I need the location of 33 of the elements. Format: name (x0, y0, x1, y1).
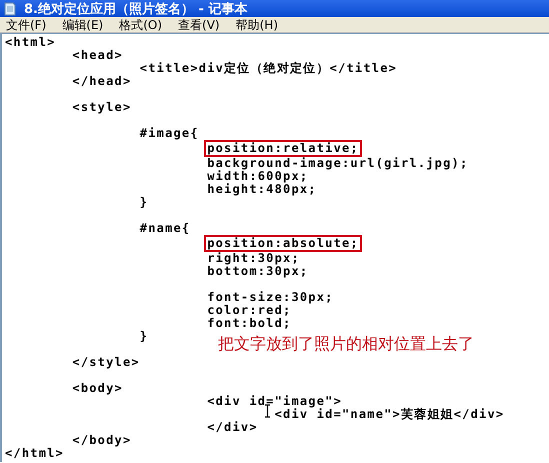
text-area[interactable] (0, 33, 549, 462)
notepad-icon (4, 2, 16, 16)
menu-item[interactable]: 格式(O) (119, 18, 162, 32)
code-line: <head> (72, 48, 123, 62)
menu-item[interactable]: 文件(F) (6, 18, 46, 32)
code-line: </head> (72, 74, 132, 88)
annotation-text: 把文字放到了照片的相对位置上去了 (218, 334, 474, 355)
code-line: <title>div定位（绝对定位）</title> (140, 61, 398, 75)
code-line: #image{ (140, 126, 199, 140)
code-line: </html> (5, 446, 64, 460)
code-line: </body> (72, 433, 132, 447)
code-line: </style> (72, 355, 140, 369)
code-line: font-size:30px; (207, 290, 334, 304)
code-line: font:bold; (207, 316, 292, 330)
code-line: height:480px; (207, 182, 317, 196)
code-line: color:red; (207, 303, 292, 317)
code-line: } (140, 195, 148, 209)
code-line: width:600px; (207, 169, 308, 183)
code-line: <div id="image"> (207, 394, 342, 408)
menu-item[interactable]: 帮助(H) (236, 18, 278, 32)
code-line: <div id="name">芙蓉姐姐</div> (274, 407, 504, 421)
code-line: </div> (207, 420, 258, 434)
code-line: background-image:url(girl.jpg); (207, 156, 468, 170)
menu-item[interactable]: 查看(V) (178, 18, 220, 32)
code-line: bottom:30px; (207, 264, 308, 278)
code-line: <style> (72, 100, 132, 114)
code-line: } (140, 329, 148, 343)
code-line: <html> (5, 35, 56, 49)
menu-item[interactable]: 编辑(E) (62, 18, 104, 32)
window-title: 8.绝对定位应用（照片签名） - 记事本 (24, 0, 248, 18)
code-line: <body> (72, 381, 123, 395)
code-line: #name{ (140, 221, 190, 235)
code-line: right:30px; (207, 251, 300, 265)
